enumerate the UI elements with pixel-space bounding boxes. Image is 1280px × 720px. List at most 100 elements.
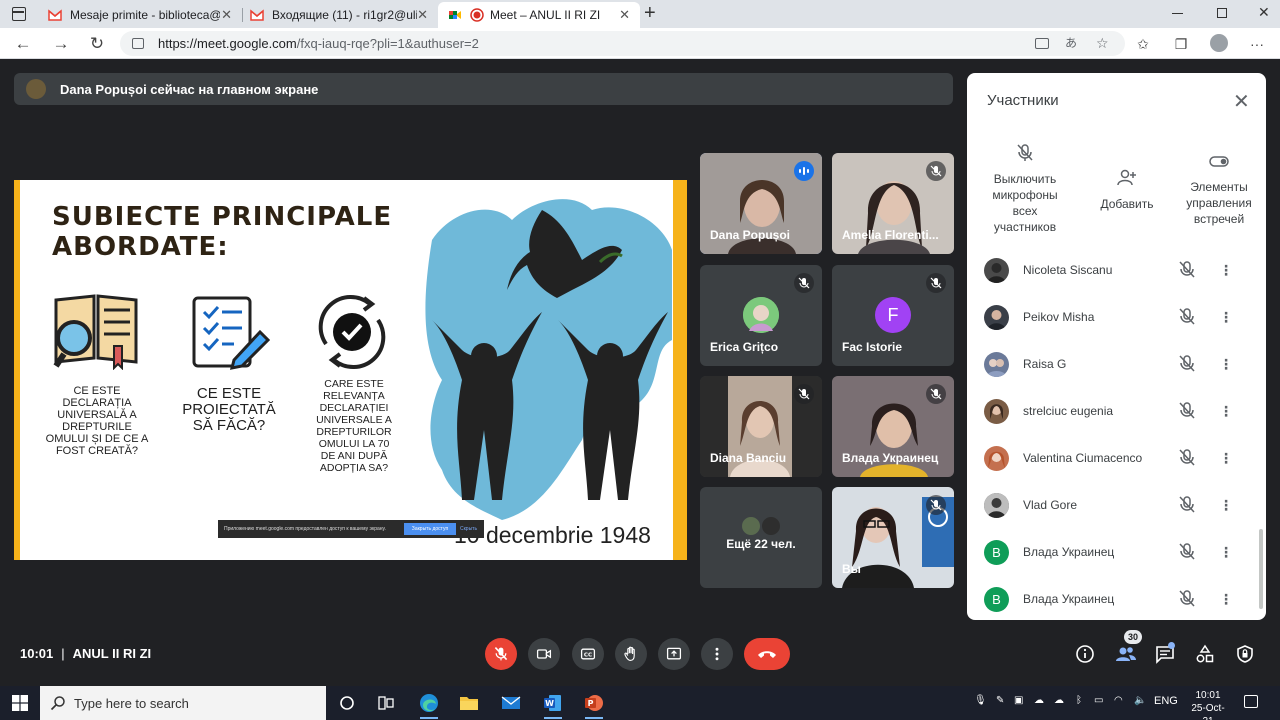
participant-tile[interactable]: Dana Popușoi xyxy=(700,153,822,254)
input-language[interactable]: ENG xyxy=(1154,695,1178,707)
meeting-details-button[interactable] xyxy=(1073,642,1097,666)
camera-in-use-icon[interactable]: ▣ xyxy=(1014,695,1023,706)
minimize-window-button[interactable] xyxy=(1172,13,1183,14)
panel-scrollbar[interactable] xyxy=(1259,529,1263,609)
close-window-button[interactable]: ✕ xyxy=(1258,4,1270,21)
host-controls-button[interactable]: Элементы управления встречей xyxy=(1179,151,1259,227)
participant-row[interactable]: Vlad Gore ⋮ xyxy=(967,482,1266,528)
mute-all-button[interactable]: Выключить микрофоны всех участников xyxy=(985,143,1065,235)
windows-start-icon[interactable] xyxy=(12,695,28,711)
info-icon xyxy=(1076,645,1094,663)
participant-tile[interactable]: Влада Украинец xyxy=(832,376,954,477)
battery-icon[interactable]: ▭ xyxy=(1094,695,1103,706)
edge-browser-icon[interactable] xyxy=(418,692,440,719)
participant-row[interactable]: Raisa G ⋮ xyxy=(967,341,1266,387)
slide-title-line: ABORDATE: xyxy=(52,232,229,262)
close-icon[interactable]: ✕ xyxy=(1233,89,1250,114)
more-options-icon[interactable]: ⋮ xyxy=(1219,259,1233,281)
url-path: /fxq-iauq-rqe?pli=1&authuser=2 xyxy=(296,36,479,51)
captions-button[interactable]: CC xyxy=(572,638,604,670)
avatar xyxy=(984,305,1009,330)
hide-notice-button[interactable]: Скрыть xyxy=(460,520,477,538)
mic-in-use-icon[interactable]: 🎙 xyxy=(974,695,987,706)
raise-hand-button[interactable] xyxy=(615,638,647,670)
pen-icon[interactable]: ✎ xyxy=(996,695,1004,706)
maximize-window-button[interactable] xyxy=(1217,8,1227,18)
notifications-icon[interactable] xyxy=(1244,695,1258,708)
participant-tile[interactable]: F Fac Istorie xyxy=(832,265,954,366)
back-icon[interactable]: ← xyxy=(12,33,34,55)
tab-title: Mesaje primite - biblioteca@ulim xyxy=(70,8,220,22)
camera-button[interactable] xyxy=(528,638,560,670)
participant-row[interactable]: B Влада Украинец ⋮ xyxy=(967,529,1266,575)
participant-count-badge: 30 xyxy=(1124,630,1142,644)
present-now-button[interactable] xyxy=(658,638,690,670)
show-everyone-button[interactable] xyxy=(1114,642,1138,666)
wifi-icon[interactable]: ◠ xyxy=(1114,695,1123,706)
more-options-icon[interactable]: ⋮ xyxy=(1219,353,1233,375)
close-tab-icon[interactable]: ✕ xyxy=(619,7,630,23)
leave-call-button[interactable] xyxy=(744,638,790,670)
stop-sharing-button[interactable]: Закрыть доступ xyxy=(404,523,456,535)
taskbar-search[interactable]: Type here to search xyxy=(40,686,326,720)
task-view-icon[interactable] xyxy=(375,692,397,714)
cortana-icon[interactable] xyxy=(336,692,358,714)
tab-inbox[interactable]: Входящие (11) - ri1gr2@ulim.md ✕ xyxy=(240,2,438,28)
volume-icon[interactable]: 🔈 xyxy=(1134,695,1146,706)
participant-row[interactable]: Nicoleta Siscanu ⋮ xyxy=(967,247,1266,293)
participant-row[interactable]: strelciuc eugenia ⋮ xyxy=(967,388,1266,434)
more-options-icon[interactable]: ⋮ xyxy=(1219,447,1233,469)
taskbar-clock[interactable]: 10:01 25-Oct-21 xyxy=(1186,689,1230,720)
close-tab-icon[interactable]: ✕ xyxy=(221,7,232,23)
close-tab-icon[interactable]: ✕ xyxy=(417,7,428,23)
participant-tile[interactable]: Diana Banciu xyxy=(700,376,822,477)
mic-off-icon xyxy=(1179,543,1195,560)
more-vert-icon xyxy=(715,647,719,661)
more-options-icon[interactable]: ⋮ xyxy=(1219,588,1233,610)
onedrive-icon[interactable]: ☁ xyxy=(1054,695,1064,706)
participant-tile[interactable]: Amelia Florenti... xyxy=(832,153,954,254)
participant-row[interactable]: Valentina Ciumacenco ⋮ xyxy=(967,435,1266,481)
host-controls-shield-button[interactable] xyxy=(1233,642,1257,666)
powerpoint-icon[interactable]: P xyxy=(583,692,605,719)
word-icon[interactable]: W xyxy=(542,692,564,719)
chat-notification-dot xyxy=(1168,642,1175,649)
tab-meet[interactable]: Meet – ANUL II RI ZI ✕ xyxy=(438,2,640,28)
microphone-button[interactable] xyxy=(485,638,517,670)
participant-row[interactable]: B Влада Украинец ⋮ xyxy=(967,576,1266,620)
activities-button[interactable] xyxy=(1193,642,1217,666)
forward-icon[interactable]: → xyxy=(50,33,72,55)
svg-text:CC: CC xyxy=(584,652,592,658)
slide-border xyxy=(14,180,20,560)
file-explorer-icon[interactable] xyxy=(458,692,480,714)
more-participants-tile[interactable]: Ещё 22 чел. xyxy=(700,487,822,588)
more-options-icon[interactable]: ⋮ xyxy=(1219,400,1233,422)
participant-row[interactable]: Peikov Misha ⋮ xyxy=(967,294,1266,340)
profile-icon[interactable] xyxy=(1210,34,1228,52)
self-tile[interactable]: Вы xyxy=(832,487,954,588)
mic-off-icon xyxy=(926,161,946,181)
cloud-icon[interactable]: ☁ xyxy=(1034,695,1044,706)
favorites-list-icon[interactable]: ✩ xyxy=(1134,35,1152,53)
participant-tile[interactable]: Erica Grițco xyxy=(700,265,822,366)
reload-icon[interactable]: ↻ xyxy=(86,33,108,55)
collections-icon[interactable]: ❐ xyxy=(1172,35,1190,53)
bluetooth-icon[interactable]: ᛒ xyxy=(1076,695,1082,706)
site-info-icon[interactable] xyxy=(132,38,144,49)
gmail-icon xyxy=(250,8,264,22)
address-bar[interactable]: https://meet.google.com/fxq-iauq-rqe?pli… xyxy=(120,31,1125,56)
more-options-icon[interactable]: ⋮ xyxy=(1219,494,1233,516)
add-people-button[interactable]: Добавить xyxy=(1093,168,1161,212)
more-icon[interactable]: ··· xyxy=(1248,35,1266,53)
more-options-icon[interactable]: ⋮ xyxy=(1219,306,1233,328)
translate-icon[interactable]: あ xyxy=(1065,31,1077,56)
more-options-button[interactable] xyxy=(701,638,733,670)
tab-actions-icon[interactable] xyxy=(12,7,26,21)
new-tab-button[interactable]: + xyxy=(644,2,656,25)
tab-mesaje-primite[interactable]: Mesaje primite - biblioteca@ulim ✕ xyxy=(38,2,242,28)
favorite-icon[interactable]: ☆ xyxy=(1096,31,1109,56)
mail-icon[interactable] xyxy=(500,692,522,714)
camera-icon[interactable] xyxy=(1035,38,1049,49)
participant-name: Peikov Misha xyxy=(1023,310,1095,324)
more-options-icon[interactable]: ⋮ xyxy=(1219,541,1233,563)
